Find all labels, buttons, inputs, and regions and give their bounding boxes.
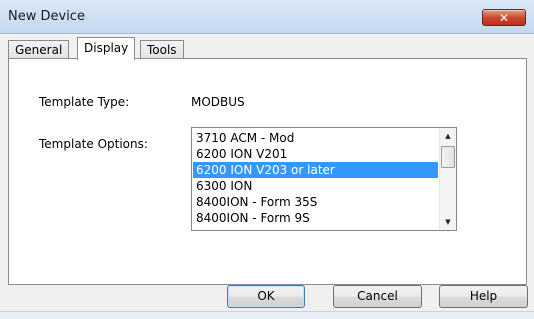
list-item[interactable]: 6300 ION [193, 178, 438, 194]
close-icon: ✕ [498, 10, 510, 25]
chevron-up-icon: ▲ [445, 132, 451, 140]
template-options-label: Template Options: [39, 137, 148, 151]
scroll-thumb[interactable] [441, 146, 455, 168]
close-button[interactable]: ✕ [482, 9, 526, 26]
ok-button[interactable]: OK [227, 285, 305, 308]
title-bar[interactable]: New Device ✕ [0, 0, 534, 34]
chevron-down-icon: ▼ [445, 218, 451, 226]
list-item[interactable]: 8400ION - Form 35S [193, 194, 438, 210]
help-button[interactable]: Help [439, 285, 528, 308]
scroll-up-arrow[interactable]: ▲ [440, 128, 456, 144]
list-scrollbar[interactable]: ▲ ▼ [439, 128, 456, 230]
cancel-button[interactable]: Cancel [333, 285, 422, 308]
list-item[interactable]: 8400ION - Form 9S [193, 210, 438, 226]
window-bottom-border [0, 311, 534, 319]
template-options-list[interactable]: 3710 ACM - Mod 6200 ION V201 6200 ION V203… [191, 127, 457, 231]
tab-general[interactable]: General [8, 40, 70, 59]
list-item[interactable]: 6200 ION V201 [193, 146, 438, 162]
list-item[interactable]: 3710 ACM - Mod [193, 130, 438, 146]
scroll-down-arrow[interactable]: ▼ [440, 214, 456, 230]
tab-display[interactable]: Display [77, 37, 136, 60]
tab-strip: General Display Tools [8, 37, 528, 60]
tab-tools[interactable]: Tools [140, 40, 184, 59]
template-options-items: 3710 ACM - Mod 6200 ION V201 6200 ION V203… [193, 130, 438, 226]
template-type-label: Template Type: [39, 95, 130, 109]
display-tab-panel: Template Type: MODBUS Template Options: … [8, 58, 527, 285]
list-item[interactable]: 6200 ION V203 or later [193, 162, 438, 178]
window-title: New Device [8, 9, 85, 24]
template-type-value: MODBUS [191, 95, 245, 109]
